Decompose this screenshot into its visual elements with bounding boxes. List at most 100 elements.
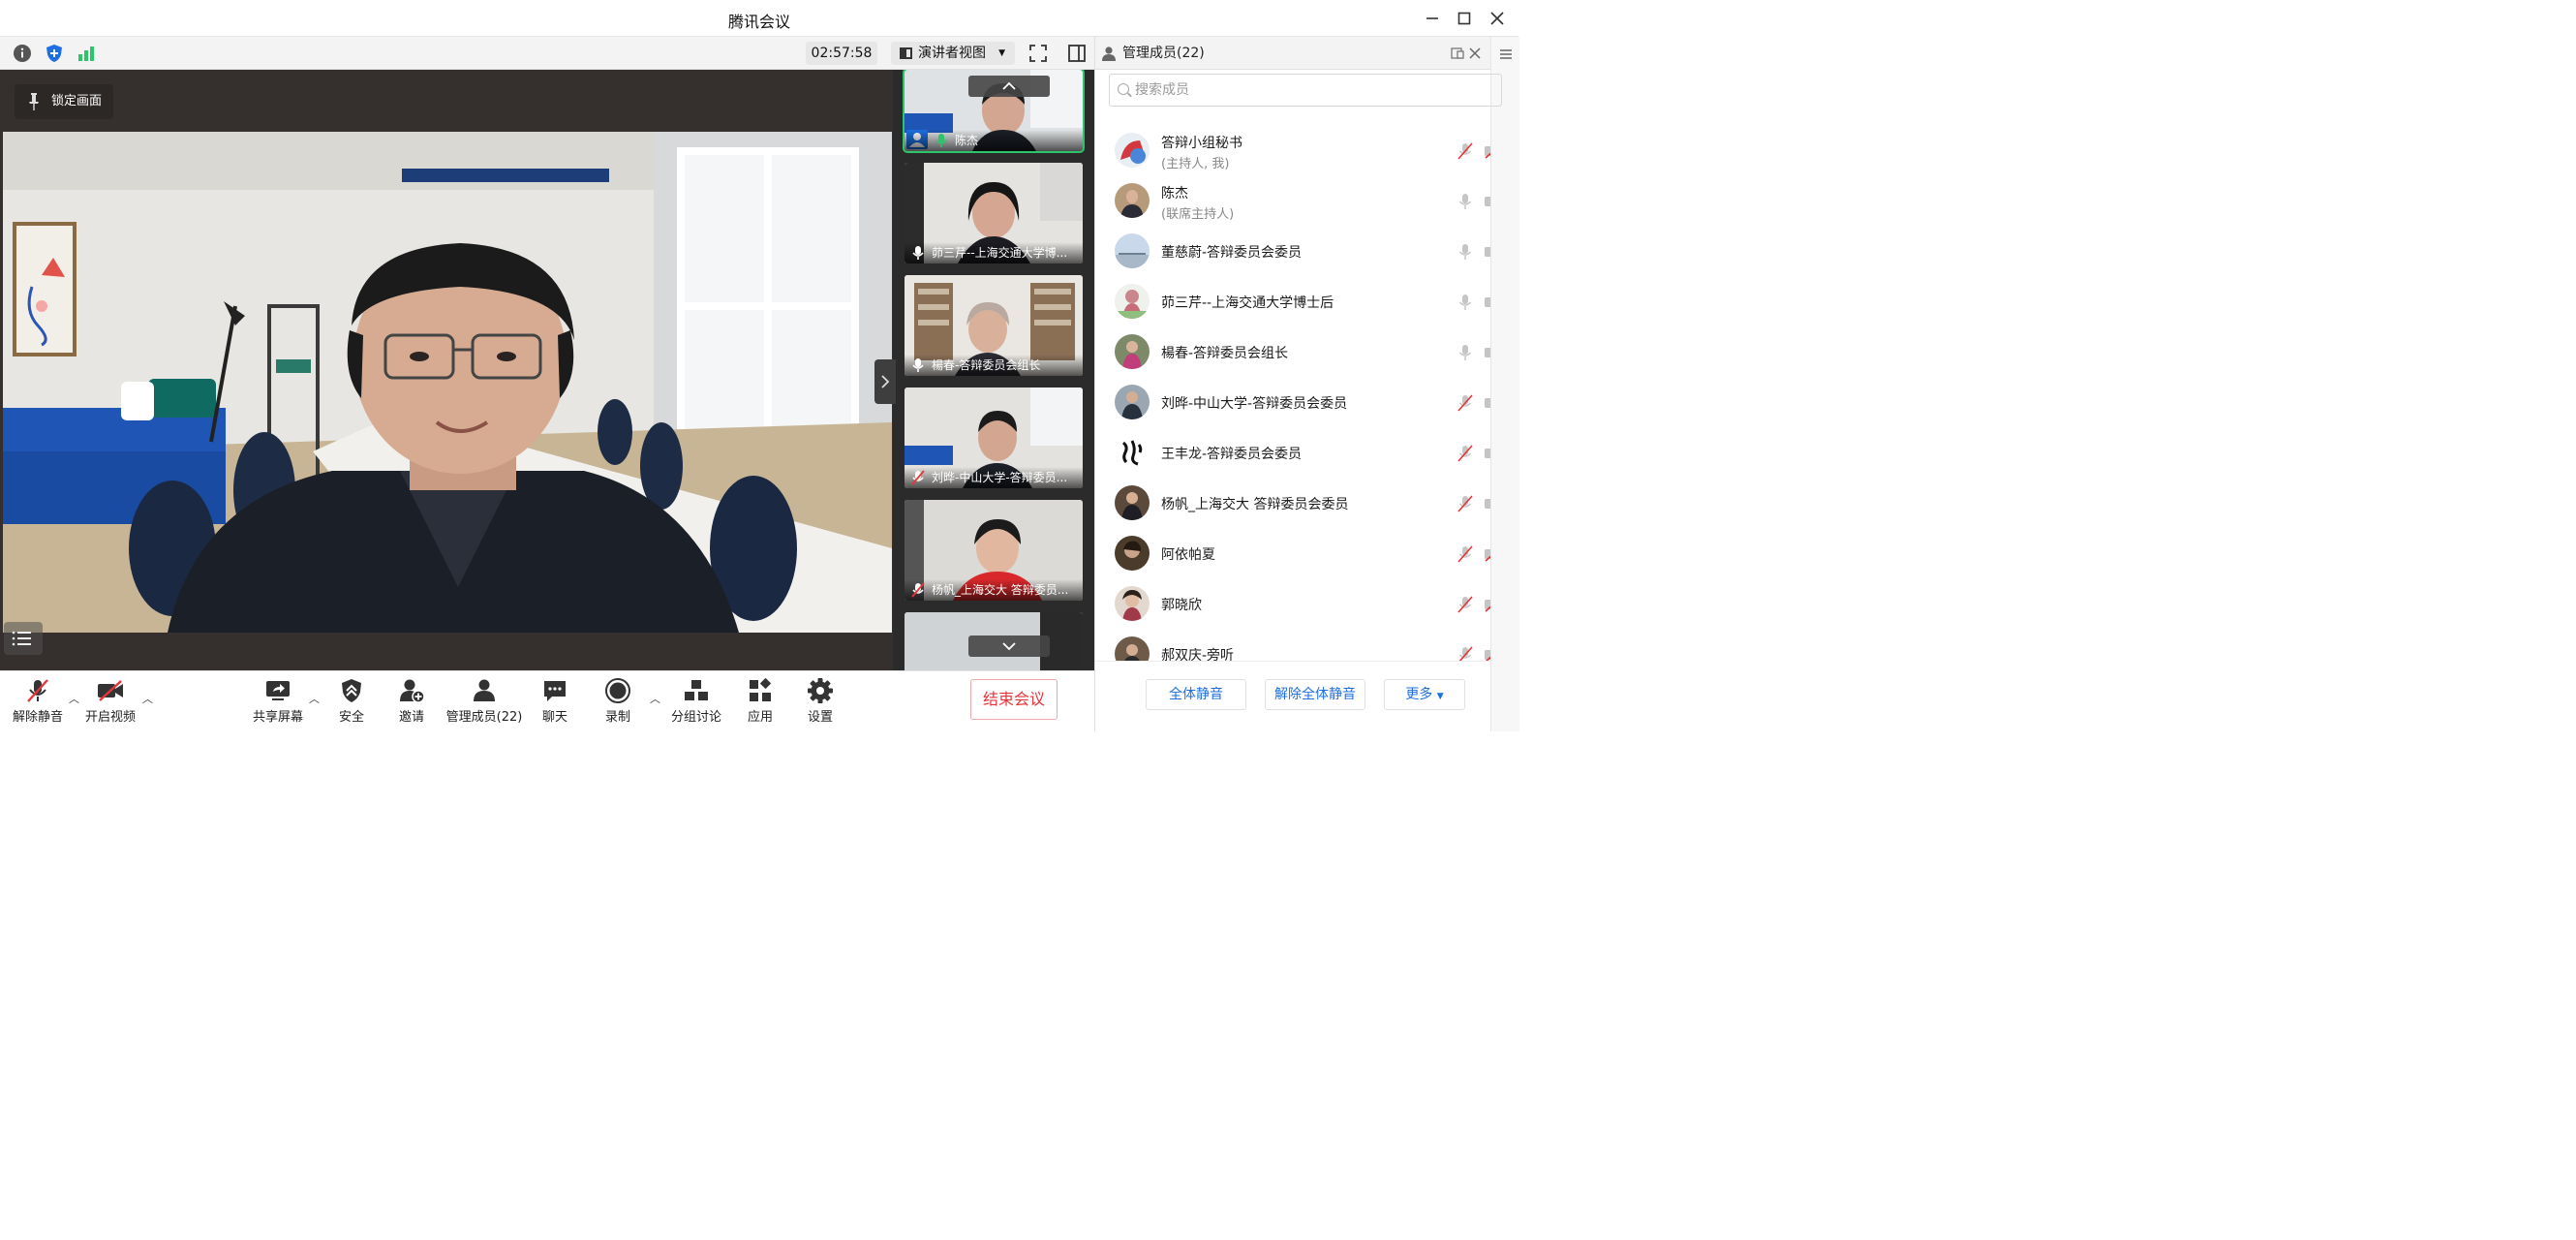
scroll-down-icon[interactable] [968,636,1050,657]
invite-button[interactable]: 邀请 [393,677,430,725]
settings-button[interactable]: 设置 [802,677,839,725]
member-name: 答辩小组秘书 [1161,136,1242,151]
invite-user-icon [397,677,426,704]
thumbnail-3[interactable]: 刘晔-中山大学-答辩委员... [905,388,1083,488]
member-row[interactable]: 陈杰 (联席主持人) [1095,176,1490,227]
chevron-up-icon[interactable]: ︿ [309,691,320,706]
member-row[interactable]: 郭晓欣 [1095,579,1490,630]
thumbnail-2[interactable]: 楊春-答辩委员会组长 [905,275,1083,376]
security-label: 安全 [338,710,364,725]
collapse-thumbnails-button[interactable] [874,359,896,404]
avatar [1115,435,1150,470]
member-row[interactable]: 阿依帕夏 [1095,529,1490,579]
thumbnail-5[interactable] [905,612,1083,670]
lock-view-button[interactable]: 锁定画面 [15,84,113,119]
member-row[interactable]: 郝双庆-旁听 [1095,630,1490,661]
maximize-icon[interactable] [1452,6,1477,31]
title-bar: 腾讯会议 [0,0,1518,37]
camera-off-icon [96,677,125,704]
members-panel-footer: 全体静音 解除全体静音 更多 ▼ [1095,661,1490,731]
popout-icon[interactable] [1451,47,1464,59]
meeting-timer: 02:57:58 [806,42,877,65]
member-row[interactable]: 董慈蔚-答辩委员会委员 [1095,227,1490,277]
mic-muted-icon[interactable] [1457,394,1474,412]
member-row[interactable]: 刘晔-中山大学-答辩委员会委员 [1095,378,1490,428]
thumbnail-4[interactable]: 杨帆_上海交大 答辩委员... [905,500,1083,601]
member-row[interactable]: 茆三芹--上海交通大学博士后 [1095,277,1490,327]
camera-off-icon[interactable] [1484,143,1490,159]
mic-icon[interactable] [1457,294,1474,311]
avatar [1115,385,1150,419]
apps-icon [746,677,775,704]
chevron-up-icon[interactable]: ︿ [650,691,660,706]
member-row[interactable]: 杨帆_上海交大 答辩委员会委员 [1095,479,1490,529]
record-button[interactable]: 录制 [599,677,636,725]
record-icon [603,677,632,704]
mic-active-icon [935,134,947,147]
camera-icon[interactable] [1484,446,1490,461]
search-members-input[interactable]: 搜索成员 [1109,74,1502,107]
scroll-up-icon[interactable] [968,76,1050,97]
mic-muted-icon[interactable] [1457,445,1474,462]
thumbnail-1[interactable]: 茆三芹--上海交通大学博... [905,163,1083,264]
camera-off-icon[interactable] [1484,647,1490,661]
bottom-toolbar: 解除静音 ︿ 开启视频 ︿ 共享屏幕 ︿ 安全 邀请 管理成员(22) 聊天 录… [0,670,1094,731]
start-video-button[interactable]: 开启视频 [83,677,138,725]
camera-icon[interactable] [1484,496,1490,512]
mic-muted-icon[interactable] [1457,596,1474,613]
camera-icon[interactable] [1484,194,1490,209]
camera-off-icon[interactable] [1484,597,1490,612]
unmute-all-button[interactable]: 解除全体静音 [1265,679,1365,710]
mic-icon[interactable] [1457,344,1474,361]
mic-muted-icon[interactable] [1457,495,1474,512]
unmute-button[interactable]: 解除静音 [12,677,64,725]
more-button[interactable]: 更多 ▼ [1384,679,1465,710]
chevron-up-icon[interactable]: ︿ [69,691,79,706]
thumbnail-name: 杨帆_上海交大 答辩委员... [905,579,1083,601]
apps-button[interactable]: 应用 [742,677,779,725]
settings-label: 设置 [807,710,833,725]
manage-members-button[interactable]: 管理成员(22) [445,677,523,725]
mute-all-button[interactable]: 全体静音 [1146,679,1246,710]
window-title: 腾讯会议 [727,13,790,31]
list-icon[interactable] [4,622,43,655]
participant-thumbnails: 陈杰 茆三芹--上海交通大学博... 楊春-答辩委员会组长 刘晔-中山大学-答辩… [893,70,1094,670]
member-row[interactable]: 答辩小组秘书 (主持人, 我) [1095,126,1490,176]
member-name: 董慈蔚-答辩委员会委员 [1161,245,1303,261]
camera-icon[interactable] [1484,395,1490,411]
view-mode-select[interactable]: 演讲者视图 ▼ [891,42,1015,65]
member-row[interactable]: 王丰龙-答辩委员会委员 [1095,428,1490,479]
member-name: 王丰龙-答辩委员会委员 [1161,447,1303,462]
mic-muted-icon[interactable] [1457,545,1474,563]
camera-off-icon[interactable] [1484,546,1490,562]
mic-icon[interactable] [1457,193,1474,210]
chevron-up-icon[interactable]: ︿ [142,691,153,706]
signal-icon[interactable] [75,42,98,65]
thumbnail-0[interactable]: 陈杰 [903,70,1085,153]
camera-icon[interactable] [1484,294,1490,310]
camera-icon[interactable] [1484,345,1490,360]
sidebar-toggle-icon[interactable] [1065,42,1089,65]
security-button[interactable]: 安全 [333,677,370,725]
mic-icon[interactable] [1457,243,1474,261]
share-screen-button[interactable]: 共享屏幕 [252,677,304,725]
mic-muted-icon[interactable] [1457,646,1474,661]
members-icon [1102,46,1116,61]
close-icon[interactable] [1485,6,1510,31]
close-icon[interactable] [1469,47,1481,59]
minimize-icon[interactable] [1420,6,1445,31]
end-meeting-button[interactable]: 结束会议 [970,679,1058,720]
camera-icon[interactable] [1484,244,1490,260]
video-stage: 锁定画面 [0,70,893,670]
info-icon[interactable] [11,42,34,65]
breakout-rooms-button[interactable]: 分组讨论 [670,677,722,725]
mic-muted-icon[interactable] [1457,142,1474,160]
chat-button[interactable]: 聊天 [537,677,573,725]
fullscreen-icon[interactable] [1027,42,1050,65]
mic-muted-icon [911,582,925,598]
avatar [1115,536,1150,571]
shield-icon[interactable] [43,42,66,65]
menu-icon[interactable] [1499,48,1513,60]
member-row[interactable]: 楊春-答辩委员会组长 [1095,327,1490,378]
chevron-right-icon [881,375,890,388]
